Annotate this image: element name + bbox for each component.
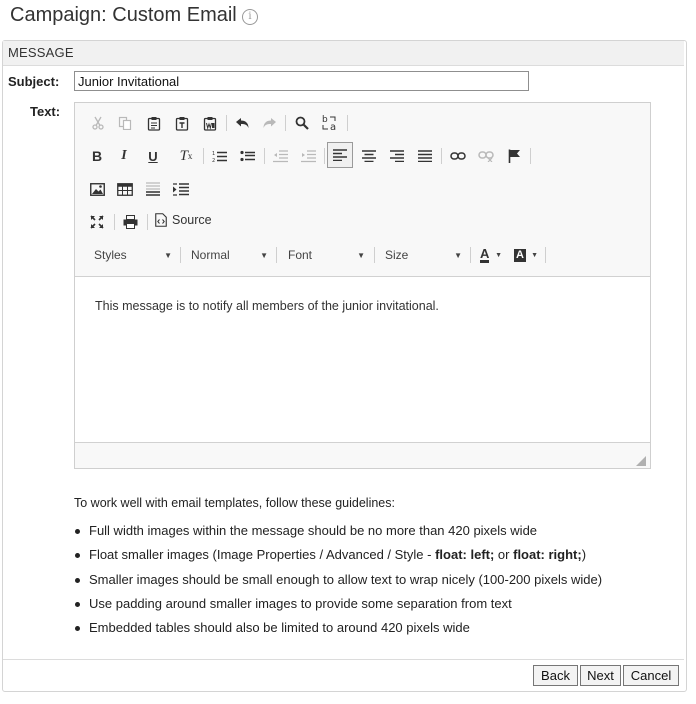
background-color-icon: A [514,248,526,262]
chevron-down-icon: ▼ [260,250,268,260]
paste-text-icon[interactable] [171,112,193,134]
horizontal-rule-icon[interactable] [142,178,164,200]
text-color-icon: A [480,245,490,263]
font-combo[interactable]: Font ▼ [288,245,365,265]
size-combo[interactable]: Size ▼ [385,245,462,265]
print-icon[interactable] [119,211,141,233]
image-icon[interactable] [86,178,108,200]
copy-icon[interactable] [114,112,136,134]
replace-icon[interactable]: ba [319,112,341,134]
paste-icon[interactable] [143,112,165,134]
list-item: Use padding around smaller images to pro… [74,592,602,616]
page-title: Campaign: Custom Email [10,4,237,26]
find-icon[interactable] [291,112,313,134]
guidelines-intro: To work well with email templates, follo… [74,496,395,510]
toolbar-separator [114,214,115,230]
anchor-icon[interactable] [503,145,525,167]
list-item: Float smaller images (Image Properties /… [74,543,602,567]
list-item: Full width images within the message sho… [74,519,602,543]
cut-icon[interactable] [87,112,109,134]
chevron-down-icon: ▼ [357,250,365,260]
remove-format-icon[interactable]: Tx [175,145,197,167]
source-button[interactable]: Source [155,213,212,227]
format-combo-label: Normal [191,248,230,262]
increase-indent-icon[interactable] [297,145,319,167]
svg-text:2: 2 [212,158,215,163]
toolbar-separator [545,247,546,263]
toolbar-separator [530,148,531,164]
text-color-button[interactable]: A ▼ [480,245,502,265]
list-item: Embedded tables should also be limited t… [74,616,602,640]
chevron-down-icon: ▼ [495,251,502,259]
toolbar-separator [203,148,204,164]
table-icon[interactable] [114,178,136,200]
font-combo-label: Font [288,248,313,262]
subject-input[interactable] [74,71,529,91]
cancel-button[interactable]: Cancel [623,665,679,686]
toolbar-separator [276,247,277,263]
back-button[interactable]: Back [533,665,578,686]
footer-divider [3,659,684,660]
maximize-icon[interactable] [86,211,108,233]
paste-from-word-icon[interactable] [199,112,221,134]
guidelines-list: Full width images within the message sho… [74,519,602,640]
underline-icon[interactable]: U [142,145,164,167]
align-center-icon[interactable] [358,145,380,167]
svg-text:a: a [330,122,336,132]
italic-icon[interactable]: I [113,145,135,167]
toolbar-separator [264,148,265,164]
chevron-down-icon: ▼ [164,250,172,260]
source-icon [155,213,167,227]
next-button[interactable]: Next [580,665,621,686]
toolbar-separator [180,247,181,263]
justify-icon[interactable] [414,145,436,167]
styles-combo[interactable]: Styles ▼ [94,245,172,265]
numbered-list-icon[interactable]: 12 [208,145,230,167]
chevron-down-icon: ▼ [454,250,462,260]
resize-handle-icon[interactable] [636,453,646,466]
svg-text:1: 1 [212,151,215,157]
undo-icon[interactable] [231,112,253,134]
background-color-button[interactable]: A ▼ [514,245,538,265]
toolbar-separator [226,115,227,131]
editor-message-text: This message is to notify all members of… [95,299,439,313]
bold-icon[interactable]: B [86,145,108,167]
toolbar-separator [147,214,148,230]
toolbar-separator [441,148,442,164]
align-left-icon[interactable] [327,142,353,168]
info-icon[interactable]: i [242,9,258,25]
size-combo-label: Size [385,248,409,262]
toolbar-separator [285,115,286,131]
decrease-indent-icon[interactable] [269,145,291,167]
toolbar-separator [347,115,348,131]
unlink-icon[interactable] [475,145,497,167]
styles-combo-label: Styles [94,248,127,262]
toolbar-separator [470,247,471,263]
panel-header-title: MESSAGE [8,45,74,60]
toolbar-separator [374,247,375,263]
redo-icon[interactable] [258,112,280,134]
toolbar-separator [324,148,325,164]
subject-label: Subject: [8,74,60,89]
panel-header [3,41,684,66]
text-label: Text: [30,104,61,119]
chevron-down-icon: ▼ [531,251,538,259]
format-combo[interactable]: Normal ▼ [191,245,268,265]
link-icon[interactable] [447,145,469,167]
page-break-icon[interactable] [170,178,192,200]
list-item: Smaller images should be small enough to… [74,568,602,592]
source-label: Source [172,213,212,227]
align-right-icon[interactable] [386,145,408,167]
bulleted-list-icon[interactable] [236,145,258,167]
svg-text:b: b [322,115,328,125]
